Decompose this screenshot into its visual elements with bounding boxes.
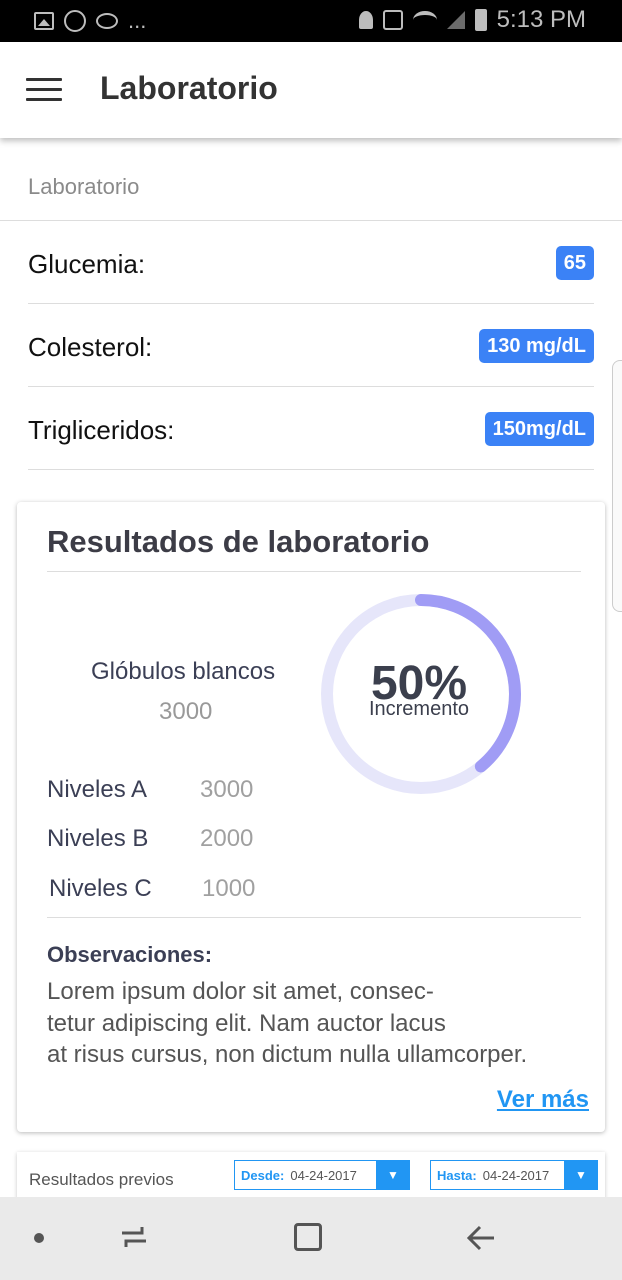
section-header-label: Laboratorio	[28, 174, 140, 199]
whatsapp-icon	[64, 10, 86, 32]
side-drawer-handle[interactable]	[612, 360, 622, 612]
lab-row-trigliceridos[interactable]: Trigliceridos: 150mg/dL	[28, 387, 594, 470]
mute-icon	[382, 10, 403, 30]
page-title: Laboratorio	[100, 70, 278, 106]
value-badge: 130 mg/dL	[479, 329, 594, 363]
from-date-picker[interactable]: Desde: 04-24-2017 ▼	[234, 1160, 410, 1190]
more-notifications: ...	[128, 8, 147, 33]
notification-icons: ...	[34, 8, 146, 34]
system-icons: 5:13 PM	[358, 6, 586, 34]
back-icon[interactable]	[466, 1223, 496, 1253]
value-badge: 150mg/dL	[484, 412, 594, 446]
lab-row-glucemia[interactable]: Glucemia: 65	[28, 221, 594, 304]
level-a-label: Niveles A	[47, 776, 148, 803]
battery-icon	[474, 9, 487, 31]
section-header: Laboratorio	[0, 140, 622, 221]
previous-results-label: Resultados previos	[29, 1170, 174, 1189]
to-date-label: Hasta:	[437, 1167, 477, 1183]
to-date-picker[interactable]: Hasta: 04-24-2017 ▼	[430, 1160, 598, 1190]
hamburger-menu-icon[interactable]	[26, 78, 62, 104]
image-icon	[34, 12, 54, 30]
wifi-icon	[412, 11, 437, 29]
see-more-link[interactable]: Ver más	[497, 1086, 589, 1114]
divider	[47, 917, 581, 918]
divider	[47, 571, 581, 572]
home-icon[interactable]	[294, 1223, 322, 1251]
from-date-value: 04-24-2017	[290, 1167, 357, 1183]
wbc-value: 3000	[159, 698, 213, 725]
status-bar: ... 5:13 PM	[0, 0, 622, 42]
level-c-value: 1000	[202, 875, 256, 902]
lab-row-label: Colesterol:	[28, 332, 153, 362]
to-date-value: 04-24-2017	[482, 1167, 550, 1183]
observations-line: tetur adipiscing elit. Nam auctor lacus	[47, 1009, 446, 1037]
system-nav-bar	[0, 1197, 622, 1280]
clock: 5:13 PM	[496, 6, 586, 33]
chevron-down-icon[interactable]: ▼	[564, 1160, 598, 1190]
lab-row-colesterol[interactable]: Colesterol: 130 mg/dL	[28, 304, 594, 387]
lab-row-label: Trigliceridos:	[28, 415, 175, 445]
value-badge: 65	[555, 246, 594, 280]
eye-icon	[96, 13, 118, 29]
lab-row-label: Glucemia:	[28, 249, 146, 279]
from-date-label: Desde:	[241, 1167, 285, 1183]
dot-icon[interactable]	[34, 1233, 44, 1243]
observations-text: Lorem ipsum dolor sit amet, consec- tetu…	[47, 976, 587, 1071]
observations-line: at risus cursus, non dictum nulla ullamc…	[47, 1041, 528, 1068]
level-b-label: Niveles B	[47, 825, 149, 852]
signal-icon	[446, 11, 465, 29]
card-title: Resultados de laboratorio	[47, 524, 430, 559]
observations-title: Observaciones:	[47, 942, 213, 967]
results-card: Resultados de laboratorio Glóbulos blanc…	[17, 502, 605, 1132]
recent-apps-icon[interactable]	[120, 1223, 148, 1251]
alarm-icon	[358, 11, 373, 29]
wbc-label: Glóbulos blancos	[91, 658, 276, 685]
level-b-value: 2000	[200, 825, 254, 852]
level-a-value: 3000	[200, 776, 254, 803]
gauge-caption: Incremento	[368, 698, 470, 720]
level-c-label: Niveles C	[49, 875, 152, 902]
chevron-down-icon[interactable]: ▼	[376, 1160, 410, 1190]
app-bar: Laboratorio	[0, 42, 622, 138]
observations-line: Lorem ipsum dolor sit amet, consec-	[47, 978, 434, 1005]
